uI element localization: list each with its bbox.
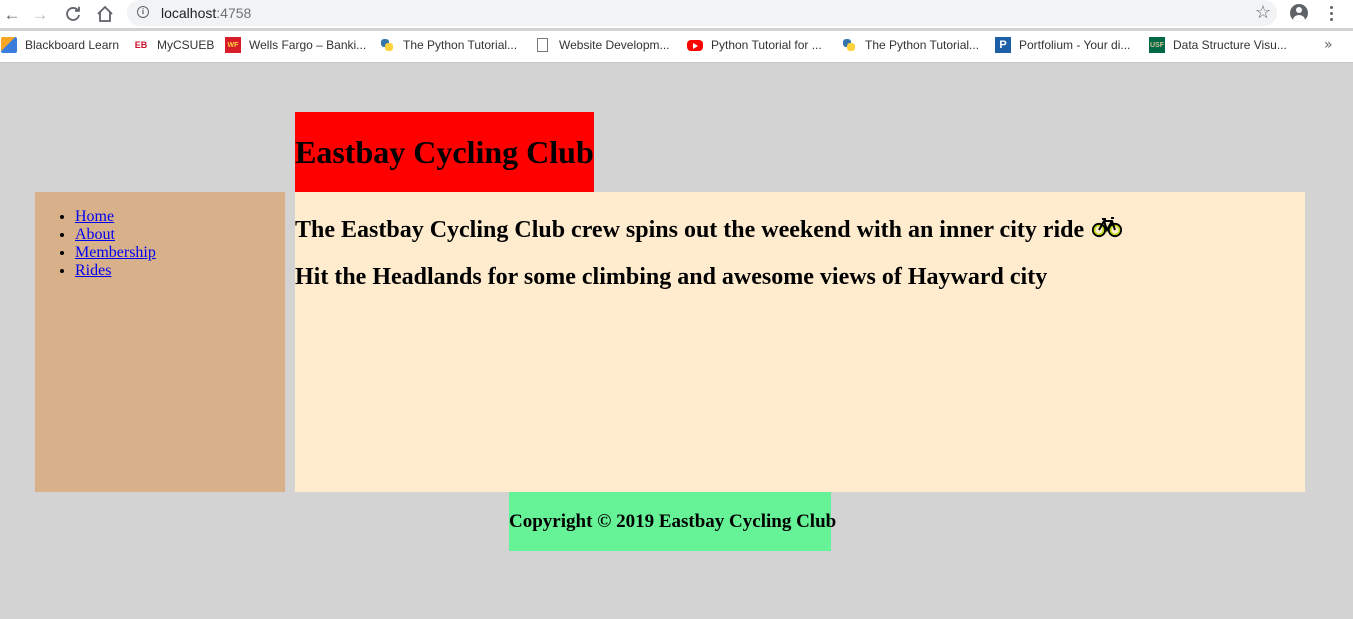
- nav-item: Membership: [75, 244, 285, 262]
- bookmark-label: Portfolium - Your di...: [1019, 38, 1131, 52]
- bookmark-label: Wells Fargo – Banki...: [249, 38, 367, 52]
- python-icon: [841, 37, 857, 53]
- browser-toolbar: ← → i localhost:4758 ☆: [0, 0, 1353, 28]
- bookmark-data-structure[interactable]: USF Data Structure Visu...: [1149, 37, 1287, 53]
- bookmark-mycsueb[interactable]: EB MyCSUEB: [133, 37, 214, 53]
- bookmark-blackboard[interactable]: Blackboard Learn: [1, 37, 119, 53]
- bookmark-star-icon[interactable]: ☆: [1255, 2, 1271, 23]
- bicycle-icon: [1092, 216, 1123, 245]
- nav-item: Rides: [75, 262, 285, 280]
- home-icon[interactable]: [93, 2, 117, 26]
- nav-link-membership[interactable]: Membership: [75, 244, 156, 261]
- forward-arrow-icon[interactable]: →: [28, 2, 52, 26]
- nav-link-home[interactable]: Home: [75, 208, 114, 225]
- back-arrow-icon[interactable]: ←: [0, 2, 24, 26]
- headline-text: The Eastbay Cycling Club crew spins out …: [295, 217, 1085, 243]
- bookmark-python-tutorial-1[interactable]: The Python Tutorial...: [379, 37, 517, 53]
- nav-link-rides[interactable]: Rides: [75, 262, 111, 279]
- nav-list: Home About Membership Rides: [35, 208, 285, 280]
- document-icon: [537, 38, 548, 52]
- url-text: localhost:4758: [161, 5, 251, 21]
- nav-link-about[interactable]: About: [75, 226, 115, 243]
- eb-icon: EB: [133, 37, 149, 53]
- site-header: Eastbay Cycling Club: [295, 112, 594, 192]
- url-host: localhost: [161, 5, 217, 21]
- portfolium-icon: P: [995, 37, 1011, 53]
- nav-item: Home: [75, 208, 285, 226]
- blackboard-icon: [1, 37, 17, 53]
- bookmark-label: Blackboard Learn: [25, 38, 120, 52]
- bookmark-portfolium[interactable]: P Portfolium - Your di...: [995, 37, 1130, 53]
- python-icon: [379, 37, 395, 53]
- bookmark-label: The Python Tutorial...: [403, 38, 518, 52]
- headline-headlands: Hit the Headlands for some climbing and …: [295, 264, 1047, 291]
- usf-icon: USF: [1149, 37, 1165, 53]
- bookmark-python-tutorial-2[interactable]: The Python Tutorial...: [841, 37, 979, 53]
- sidebar-nav: Home About Membership Rides: [35, 192, 285, 492]
- bookmark-label: Data Structure Visu...: [1173, 38, 1287, 52]
- bookmark-label: Python Tutorial for ...: [711, 38, 822, 52]
- more-bookmarks-chevron-icon[interactable]: »: [1324, 37, 1333, 53]
- nav-item: About: [75, 226, 285, 244]
- youtube-icon: [687, 39, 703, 51]
- url-port: :4758: [216, 5, 252, 21]
- bookmark-label: The Python Tutorial...: [865, 38, 980, 52]
- reload-icon[interactable]: [61, 2, 85, 26]
- headline-inner-city-ride: The Eastbay Cycling Club crew spins out …: [295, 216, 1123, 245]
- bookmark-website-development[interactable]: Website Developm...: [535, 37, 670, 53]
- page-title: Eastbay Cycling Club: [295, 133, 594, 170]
- copyright-text: Copyright © 2019 Eastbay Cycling Club: [509, 510, 837, 532]
- wells-fargo-icon: WF: [225, 37, 241, 53]
- bookmark-label: MyCSUEB: [157, 38, 215, 52]
- address-bar[interactable]: i localhost:4758 ☆: [127, 0, 1277, 26]
- bookmark-python-youtube[interactable]: Python Tutorial for ...: [687, 37, 822, 53]
- main-content: The Eastbay Cycling Club crew spins out …: [295, 192, 1305, 492]
- site-footer: Copyright © 2019 Eastbay Cycling Club: [509, 492, 836, 551]
- more-menu-icon[interactable]: [1325, 3, 1337, 23]
- bookmarks-bar: Blackboard Learn EB MyCSUEB WF Wells Far…: [0, 31, 1353, 63]
- bookmark-label: Website Developm...: [559, 38, 670, 52]
- headline-text: Hit the Headlands for some climbing and …: [295, 264, 1048, 290]
- bookmark-wells-fargo[interactable]: WF Wells Fargo – Banki...: [225, 37, 366, 53]
- profile-avatar-icon[interactable]: [1290, 4, 1308, 22]
- site-info-icon[interactable]: i: [137, 6, 149, 18]
